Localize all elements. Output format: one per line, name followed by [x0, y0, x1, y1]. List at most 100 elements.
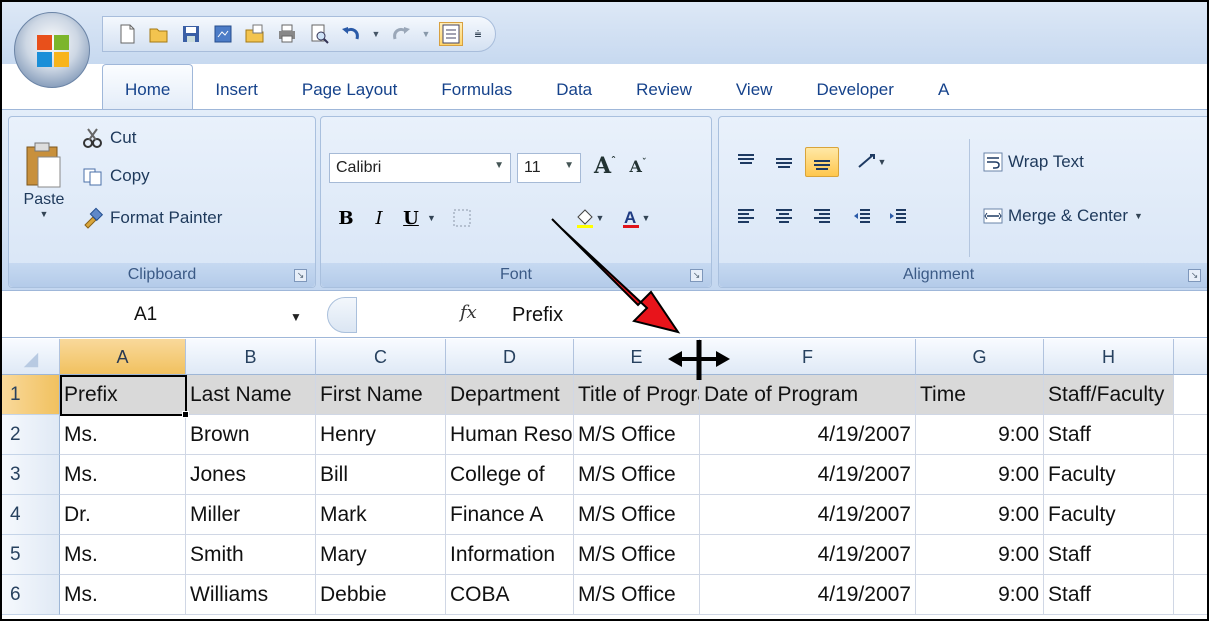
copy-button[interactable]: Copy: [81, 161, 151, 191]
cell-e5[interactable]: M/S Office: [574, 535, 700, 575]
cell-a5[interactable]: Ms.: [60, 535, 186, 575]
cell-e4[interactable]: M/S Office: [574, 495, 700, 535]
tab-home[interactable]: Home: [102, 64, 194, 110]
row-header[interactable]: 4: [2, 495, 60, 535]
print-preview-icon[interactable]: [307, 22, 331, 46]
column-header-g[interactable]: G: [916, 339, 1044, 375]
cell-c1[interactable]: First Name: [316, 375, 446, 415]
cell-c3[interactable]: Bill: [316, 455, 446, 495]
cell-h1[interactable]: Staff/Faculty: [1044, 375, 1174, 415]
font-name-dropdown-icon[interactable]: ▼: [494, 160, 504, 171]
cell-h6[interactable]: Staff: [1044, 575, 1174, 615]
row-header[interactable]: 6: [2, 575, 60, 615]
cell-c2[interactable]: Henry: [316, 415, 446, 455]
cell-a1[interactable]: Prefix: [60, 375, 186, 415]
undo-icon[interactable]: [339, 22, 363, 46]
font-dialog-launcher-icon[interactable]: ↘: [690, 269, 703, 282]
cell-h4[interactable]: Faculty: [1044, 495, 1174, 535]
align-right-button[interactable]: [805, 201, 839, 231]
undo-dropdown-icon[interactable]: ▼: [371, 22, 381, 46]
formula-bar-grip[interactable]: [327, 297, 357, 333]
cell-c5[interactable]: Mary: [316, 535, 446, 575]
cell-i3[interactable]: [1174, 455, 1207, 495]
paste-dropdown-icon[interactable]: ▼: [40, 209, 49, 219]
align-middle-button[interactable]: [767, 147, 801, 177]
row-header[interactable]: 3: [2, 455, 60, 495]
select-all-corner[interactable]: [2, 339, 60, 375]
align-center-button[interactable]: [767, 201, 801, 231]
cell-e6[interactable]: M/S Office: [574, 575, 700, 615]
cell-e3[interactable]: M/S Office: [574, 455, 700, 495]
font-name-combo[interactable]: Calibri ▼: [329, 153, 511, 183]
redo-dropdown-icon[interactable]: ▼: [421, 22, 431, 46]
cell-g2[interactable]: 9:00: [916, 415, 1044, 455]
formula-input[interactable]: Prefix: [512, 299, 563, 331]
increase-indent-button[interactable]: [881, 201, 915, 231]
cell-f5[interactable]: 4/19/2007: [700, 535, 916, 575]
row-header[interactable]: 2: [2, 415, 60, 455]
shrink-font-button[interactable]: Aˇ: [623, 151, 653, 181]
cell-h2[interactable]: Staff: [1044, 415, 1174, 455]
cell-d2[interactable]: Human Resources: [446, 415, 574, 455]
bold-button[interactable]: B: [331, 203, 361, 233]
cell-c4[interactable]: Mark: [316, 495, 446, 535]
insert-function-icon[interactable]: fx: [460, 302, 477, 323]
column-header-h[interactable]: H: [1044, 339, 1174, 375]
cell-e2[interactable]: M/S Office: [574, 415, 700, 455]
cell-a3[interactable]: Ms.: [60, 455, 186, 495]
paste-button[interactable]: Paste ▼: [13, 125, 75, 235]
column-header-e[interactable]: E: [574, 339, 700, 375]
customize-toolbar-icon[interactable]: ⩧: [471, 22, 485, 46]
cell-b2[interactable]: Brown: [186, 415, 316, 455]
cell-g4[interactable]: 9:00: [916, 495, 1044, 535]
tab-add-ins[interactable]: A: [916, 64, 949, 110]
open-recent-icon[interactable]: [243, 22, 267, 46]
merge-center-dropdown-icon[interactable]: ▼: [1134, 211, 1143, 221]
name-box[interactable]: A1: [2, 299, 302, 331]
cell-f4[interactable]: 4/19/2007: [700, 495, 916, 535]
cell-f2[interactable]: 4/19/2007: [700, 415, 916, 455]
cell-e1[interactable]: Title of Program: [574, 375, 700, 415]
fill-color-button[interactable]: ▼: [569, 203, 609, 233]
cell-d1[interactable]: Department: [446, 375, 574, 415]
cell-c6[interactable]: Debbie: [316, 575, 446, 615]
print-icon[interactable]: [275, 22, 299, 46]
column-header-b[interactable]: B: [186, 339, 316, 375]
cell-b1[interactable]: Last Name: [186, 375, 316, 415]
cell-g1[interactable]: Time: [916, 375, 1044, 415]
font-color-dropdown-icon[interactable]: ▼: [642, 213, 651, 223]
cell-i5[interactable]: [1174, 535, 1207, 575]
tab-review[interactable]: Review: [614, 64, 714, 110]
tab-view[interactable]: View: [714, 64, 795, 110]
column-header-d[interactable]: D: [446, 339, 574, 375]
underline-button[interactable]: U: [397, 203, 425, 233]
cell-b6[interactable]: Williams: [186, 575, 316, 615]
new-document-icon[interactable]: [115, 22, 139, 46]
font-color-button[interactable]: A ▼: [613, 203, 657, 233]
redo-icon[interactable]: [389, 22, 413, 46]
clipboard-dialog-launcher-icon[interactable]: ↘: [294, 269, 307, 282]
font-size-dropdown-icon[interactable]: ▼: [564, 160, 574, 171]
cell-d4[interactable]: Finance A: [446, 495, 574, 535]
cell-h5[interactable]: Staff: [1044, 535, 1174, 575]
align-bottom-button[interactable]: [805, 147, 839, 177]
fill-color-dropdown-icon[interactable]: ▼: [596, 213, 605, 223]
tab-page-layout[interactable]: Page Layout: [280, 64, 419, 110]
save-icon[interactable]: [179, 22, 203, 46]
orientation-dropdown-icon[interactable]: ▼: [878, 157, 887, 167]
format-painter-button[interactable]: Format Painter: [81, 201, 223, 235]
underline-dropdown-icon[interactable]: ▼: [427, 213, 436, 223]
merge-center-button[interactable]: Merge & Center ▼: [981, 201, 1144, 231]
name-box-dropdown-icon[interactable]: ▼: [290, 310, 302, 324]
custom-view-icon[interactable]: [211, 22, 235, 46]
cell-b5[interactable]: Smith: [186, 535, 316, 575]
cell-f3[interactable]: 4/19/2007: [700, 455, 916, 495]
alignment-dialog-launcher-icon[interactable]: ↘: [1188, 269, 1201, 282]
fill-handle[interactable]: [182, 411, 189, 418]
tab-formulas[interactable]: Formulas: [419, 64, 534, 110]
cell-a2[interactable]: Ms.: [60, 415, 186, 455]
cell-i2[interactable]: [1174, 415, 1207, 455]
cell-i4[interactable]: [1174, 495, 1207, 535]
column-header-i[interactable]: [1174, 339, 1207, 375]
cell-g5[interactable]: 9:00: [916, 535, 1044, 575]
